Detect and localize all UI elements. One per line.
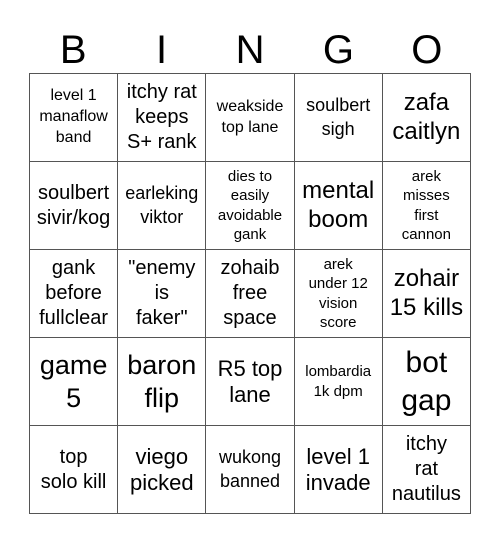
bingo-cell[interactable]: arek under 12 vision score xyxy=(294,250,383,338)
bingo-cell[interactable]: soulbert sivir/kog xyxy=(30,162,119,250)
cell-text: soulbert sivir/kog xyxy=(36,181,111,229)
cell-text: itchy rat keeps S+ rank xyxy=(126,81,197,153)
cell-text: zohair 15 kills xyxy=(389,264,464,321)
bingo-cell[interactable]: game 5 xyxy=(30,338,119,426)
header-letter-b: B xyxy=(59,28,87,72)
cell-text: lombardia 1k dpm xyxy=(305,363,372,400)
cell-text: mental boom xyxy=(302,176,375,233)
header-letter-i: I xyxy=(156,28,168,72)
bingo-cell[interactable]: lombardia 1k dpm xyxy=(294,338,383,426)
cell-text: bot gap xyxy=(401,346,452,417)
header-letter-o: O xyxy=(411,28,443,72)
bingo-grid: level 1 manaflow band itchy rat keeps S+… xyxy=(29,73,471,514)
cell-text: wukong banned xyxy=(218,447,282,491)
cell-text: soulbert sigh xyxy=(306,95,371,139)
cell-text: "enemy is faker" xyxy=(128,257,196,329)
header-letter-n: N xyxy=(235,28,265,72)
cell-text: baron flip xyxy=(127,350,197,413)
bingo-cell[interactable]: weakside top lane xyxy=(206,74,295,162)
cell-text: top solo kill xyxy=(40,445,107,493)
cell-text: zafa caitlyn xyxy=(392,88,461,145)
bingo-cell[interactable]: "enemy is faker" xyxy=(118,250,207,338)
bingo-cell[interactable]: zohaib free space xyxy=(206,250,295,338)
cell-text: zohaib free space xyxy=(220,257,280,329)
bingo-cell[interactable]: itchy rat keeps S+ rank xyxy=(118,74,207,162)
cell-text: dies to easily avoidable gank xyxy=(217,168,283,243)
bingo-cell[interactable]: viego picked xyxy=(118,426,207,514)
cell-text: level 1 invade xyxy=(305,443,371,495)
cell-text: gank before fullclear xyxy=(39,257,109,329)
cell-text: earleking viktor xyxy=(125,183,199,227)
bingo-cell[interactable]: dies to easily avoidable gank xyxy=(206,162,295,250)
bingo-cell[interactable]: earleking viktor xyxy=(118,162,207,250)
header-letter-g: G xyxy=(322,28,354,72)
bingo-cell[interactable]: bot gap xyxy=(382,338,471,426)
bingo-cell[interactable]: level 1 invade xyxy=(294,426,383,514)
cell-text: game 5 xyxy=(39,350,108,413)
bingo-cell[interactable]: zafa caitlyn xyxy=(382,74,471,162)
bingo-cell[interactable]: level 1 manaflow band xyxy=(30,74,119,162)
cell-text: arek under 12 vision score xyxy=(308,256,368,331)
bingo-cell[interactable]: top solo kill xyxy=(30,426,119,514)
bingo-cell[interactable]: gank before fullclear xyxy=(30,250,119,338)
bingo-header: B I N G O xyxy=(29,28,471,72)
bingo-cell[interactable]: itchy rat nautilus xyxy=(382,426,471,514)
bingo-cell[interactable]: mental boom xyxy=(294,162,383,250)
cell-text: itchy rat nautilus xyxy=(391,433,461,505)
bingo-cell[interactable]: R5 top lane xyxy=(206,338,295,426)
bingo-cell[interactable]: soulbert sigh xyxy=(294,74,383,162)
bingo-cell[interactable]: baron flip xyxy=(118,338,207,426)
bingo-cell[interactable]: wukong banned xyxy=(206,426,295,514)
cell-text: R5 top lane xyxy=(217,355,283,407)
cell-text: arek misses first cannon xyxy=(401,168,451,243)
cell-text: weakside top lane xyxy=(216,97,284,136)
bingo-cell[interactable]: zohair 15 kills xyxy=(382,250,471,338)
bingo-cell[interactable]: arek misses first cannon xyxy=(382,162,471,250)
cell-text: level 1 manaflow band xyxy=(39,87,108,146)
cell-text: viego picked xyxy=(129,443,194,495)
